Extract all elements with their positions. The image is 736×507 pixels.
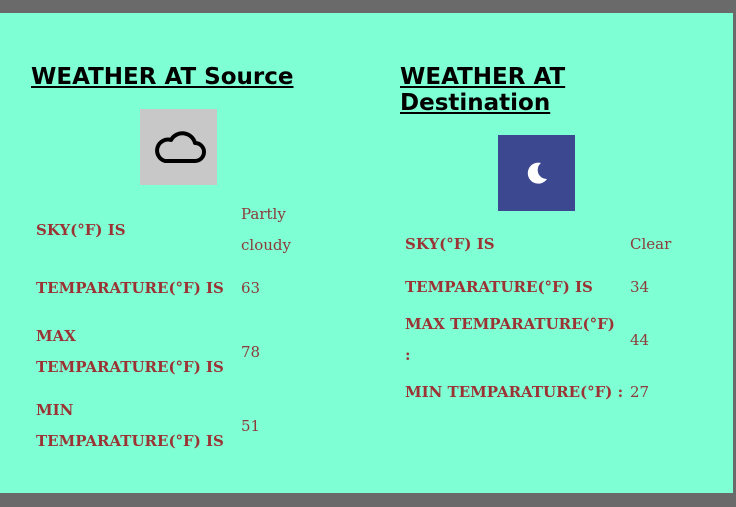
source-sky-label: SKY(°F) IS	[36, 220, 126, 239]
destination-min-temp-label: MIN TEMPARATURE(°F) :	[405, 383, 624, 401]
moon-icon	[527, 162, 547, 184]
source-min-temp-label: MIN TEMPARATURE(°F) IS	[36, 401, 224, 450]
table-row: TEMPARATURE(°F) IS 63	[31, 261, 311, 315]
table-row: TEMPARATURE(°F) IS 34	[400, 266, 690, 309]
source-weather-table: SKY(°F) IS Partly cloudy TEMPARATURE(°F)…	[31, 199, 311, 463]
destination-max-temp-label: MAX TEMPARATURE(°F) :	[405, 315, 615, 364]
source-title: WEATHER AT Source	[31, 64, 294, 90]
weather-panel: WEATHER AT Source SKY(°F) IS Partly clou…	[0, 13, 733, 493]
source-temp-value: 63	[241, 278, 261, 297]
destination-min-temp-value: 27	[630, 383, 650, 401]
destination-temp-value: 34	[630, 278, 650, 296]
destination-sky-value: Clear	[630, 235, 672, 253]
destination-title: WEATHER AT Destination	[400, 64, 566, 116]
table-row: MIN TEMPARATURE(°F) IS 51	[31, 389, 311, 463]
source-sky-value: Partly cloudy	[241, 205, 291, 254]
source-weather-icon-box	[140, 109, 217, 185]
table-row: MAX TEMPARATURE(°F) : 44	[400, 309, 690, 371]
source-temp-label: TEMPARATURE(°F) IS	[36, 278, 224, 297]
destination-temp-label: TEMPARATURE(°F) IS	[405, 278, 593, 296]
table-row: MIN TEMPARATURE(°F) : 27	[400, 371, 690, 414]
destination-weather-table: SKY(°F) IS Clear TEMPARATURE(°F) IS 34 M…	[400, 223, 690, 414]
cloud-icon	[154, 131, 206, 163]
source-max-temp-value: 78	[241, 342, 261, 361]
source-max-temp-label: MAX TEMPARATURE(°F) IS	[36, 327, 224, 376]
table-row: MAX TEMPARATURE(°F) IS 78	[31, 315, 311, 389]
table-row: SKY(°F) IS Clear	[400, 223, 690, 266]
destination-weather-icon-box	[498, 135, 575, 211]
table-row: SKY(°F) IS Partly cloudy	[31, 199, 311, 261]
source-min-temp-value: 51	[241, 416, 261, 435]
destination-max-temp-value: 44	[630, 330, 650, 349]
destination-sky-label: SKY(°F) IS	[405, 235, 495, 253]
